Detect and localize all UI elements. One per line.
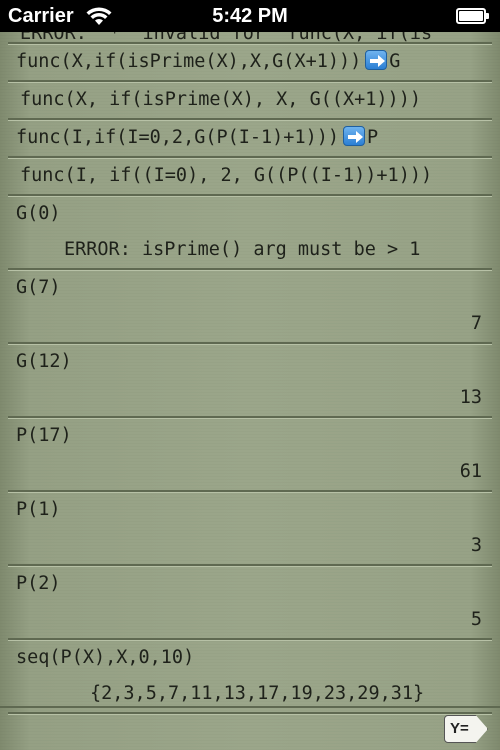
history-entry[interactable]: func(X, if(isPrime(X), X, G((X+1)))) (8, 82, 492, 120)
history-entry[interactable]: P(1) 3 (8, 492, 492, 566)
entry-input: P(17) (16, 425, 72, 446)
error-message: ERROR: isPrime() arg must be > 1 (64, 239, 421, 260)
entry-output: func(I, if((I=0), 2, G((P((I-1))+1))) (20, 165, 433, 186)
clock: 5:42 PM (212, 5, 288, 27)
history-list[interactable]: ERROR: '*' invalid for 'func(X, if(is fu… (8, 32, 492, 714)
status-bar: Carrier 5:42 PM (0, 0, 500, 32)
entry-input: G(7) (16, 277, 61, 298)
error-message: ERROR: '*' invalid for 'func(X, if(is (8, 32, 492, 42)
history-entry-define-g[interactable]: func(X,if(isPrime(X),X,G(X+1))) G (8, 44, 492, 82)
entry-output: func(X, if(isPrime(X), X, G((X+1)))) (20, 89, 421, 110)
store-arrow-icon (343, 126, 366, 146)
history-entry[interactable]: seq(P(X),X,0,10) {2,3,5,7,11,13,17,19,23… (8, 640, 492, 714)
entry-input: P(1) (16, 499, 61, 520)
calculator-display[interactable]: ERROR: '*' invalid for 'func(X, if(is fu… (0, 32, 500, 750)
battery-icon (456, 8, 490, 24)
entry-input: G(12) (16, 351, 72, 372)
y-equals-button[interactable]: Y= (444, 715, 488, 743)
history-entry[interactable]: ERROR: '*' invalid for 'func(X, if(is (8, 32, 492, 44)
entry-result: 61 (459, 461, 482, 482)
entry-result: 13 (459, 387, 482, 408)
input-bar[interactable]: Y= (0, 706, 500, 750)
store-target: P (367, 127, 379, 148)
entry-input-text: func(X,if(isPrime(X),X,G(X+1))) (16, 51, 362, 72)
entry-input-text: func(I,if(I=0,2,G(P(I-1)+1))) (16, 127, 340, 148)
entry-input: func(I,if(I=0,2,G(P(I-1)+1))) P (8, 120, 492, 156)
entry-result: 5 (470, 609, 482, 630)
entry-input: G(0) (16, 203, 61, 224)
history-entry[interactable]: P(17) 61 (8, 418, 492, 492)
history-entry-define-p[interactable]: func(I,if(I=0,2,G(P(I-1)+1))) P (8, 120, 492, 158)
entry-input: seq(P(X),X,0,10) (16, 647, 195, 668)
entry-input: P(2) (16, 573, 61, 594)
history-entry[interactable]: G(0) ERROR: isPrime() arg must be > 1 (8, 196, 492, 270)
entry-result: 7 (470, 313, 482, 334)
entry-result: 3 (470, 535, 482, 556)
history-entry[interactable]: P(2) 5 (8, 566, 492, 640)
store-arrow-icon (365, 50, 388, 70)
history-entry[interactable]: G(12) 13 (8, 344, 492, 418)
store-target: G (389, 51, 401, 72)
entry-input: func(X,if(isPrime(X),X,G(X+1))) G (8, 44, 492, 80)
history-entry[interactable]: func(I, if((I=0), 2, G((P((I-1))+1))) (8, 158, 492, 196)
history-entry[interactable]: G(7) 7 (8, 270, 492, 344)
